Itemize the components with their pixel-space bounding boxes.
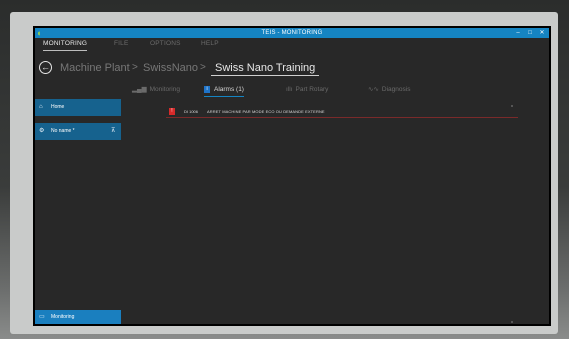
sidebar-item-label: Home xyxy=(51,104,65,110)
alarm-warning-icon: ! xyxy=(169,108,175,115)
breadcrumb-swissnano[interactable]: SwissNano xyxy=(143,62,198,74)
back-button[interactable]: ← xyxy=(39,61,52,74)
breadcrumb-machine-plant[interactable]: Machine Plant xyxy=(60,62,130,74)
bar-chart-icon: ▂▄▆ xyxy=(132,86,147,93)
tab-label: Part Rotary xyxy=(295,86,329,93)
breadcrumb-current: Swiss Nano Training xyxy=(211,62,320,76)
machine-icon: ⚙ xyxy=(39,128,45,134)
breadcrumb-separator: > xyxy=(200,62,206,73)
sidebar-item-label: Monitoring xyxy=(51,314,75,320)
maximize-button[interactable]: □ xyxy=(525,28,535,38)
tab-label: Diagnosis xyxy=(381,86,411,93)
menu-options[interactable]: OPTIONS xyxy=(150,39,181,49)
menu-file[interactable]: FILE xyxy=(114,39,129,49)
window-title: TEIS - MONITORING xyxy=(261,30,323,36)
waveform-icon: ∿∿ xyxy=(368,86,379,93)
close-button[interactable]: ✕ xyxy=(537,28,547,38)
scroll-marker xyxy=(511,105,513,107)
monitor-icon: ▭ xyxy=(39,314,45,320)
sidebar-item-label: No name * xyxy=(51,128,75,134)
menu-help[interactable]: HELP xyxy=(201,39,219,49)
tab-diagnosis[interactable]: ∿∿ Diagnosis xyxy=(368,84,410,96)
home-icon: ⌂ xyxy=(39,104,43,110)
info-badge-icon: i xyxy=(204,85,210,93)
breadcrumb-separator: > xyxy=(132,62,138,73)
tab-monitoring[interactable]: ▂▄▆ Monitoring xyxy=(132,84,180,96)
menu-monitoring[interactable]: MONITORING xyxy=(43,39,88,51)
menu-bar: MONITORING FILE OPTIONS HELP xyxy=(35,38,549,52)
bars-icon: ıllı xyxy=(286,86,293,93)
tab-part-rotary[interactable]: ıllı Part Rotary xyxy=(286,84,328,96)
title-bar: ◖ TEIS - MONITORING – □ ✕ xyxy=(35,28,549,38)
pin-icon[interactable]: ⊼ xyxy=(111,123,115,140)
tab-label: Monitoring xyxy=(149,86,180,93)
tab-label: Alarms (1) xyxy=(214,86,244,93)
app-window: ◖ TEIS - MONITORING – □ ✕ MONITORING FIL… xyxy=(35,28,549,324)
monitor-screen: ◖ TEIS - MONITORING – □ ✕ MONITORING FIL… xyxy=(33,26,551,326)
sidebar-item-monitoring[interactable]: ▭ Monitoring xyxy=(35,310,121,324)
arrow-left-icon: ← xyxy=(41,62,50,72)
sidebar-item-home[interactable]: ⌂ Home xyxy=(35,99,121,116)
sidebar-item-machine[interactable]: ⚙ No name * ⊼ xyxy=(35,123,121,140)
scroll-marker xyxy=(511,321,513,323)
alarm-message: ARRET MACHINE PAR MODE ECO OU DEMANDE EX… xyxy=(207,109,325,114)
tab-alarms[interactable]: i Alarms (1) xyxy=(204,84,244,97)
alarm-code: DI 1006 xyxy=(184,109,199,114)
alarm-row[interactable]: ! DI 1006 ARRET MACHINE PAR MODE ECO OU … xyxy=(166,108,518,118)
minimize-button[interactable]: – xyxy=(513,28,523,38)
